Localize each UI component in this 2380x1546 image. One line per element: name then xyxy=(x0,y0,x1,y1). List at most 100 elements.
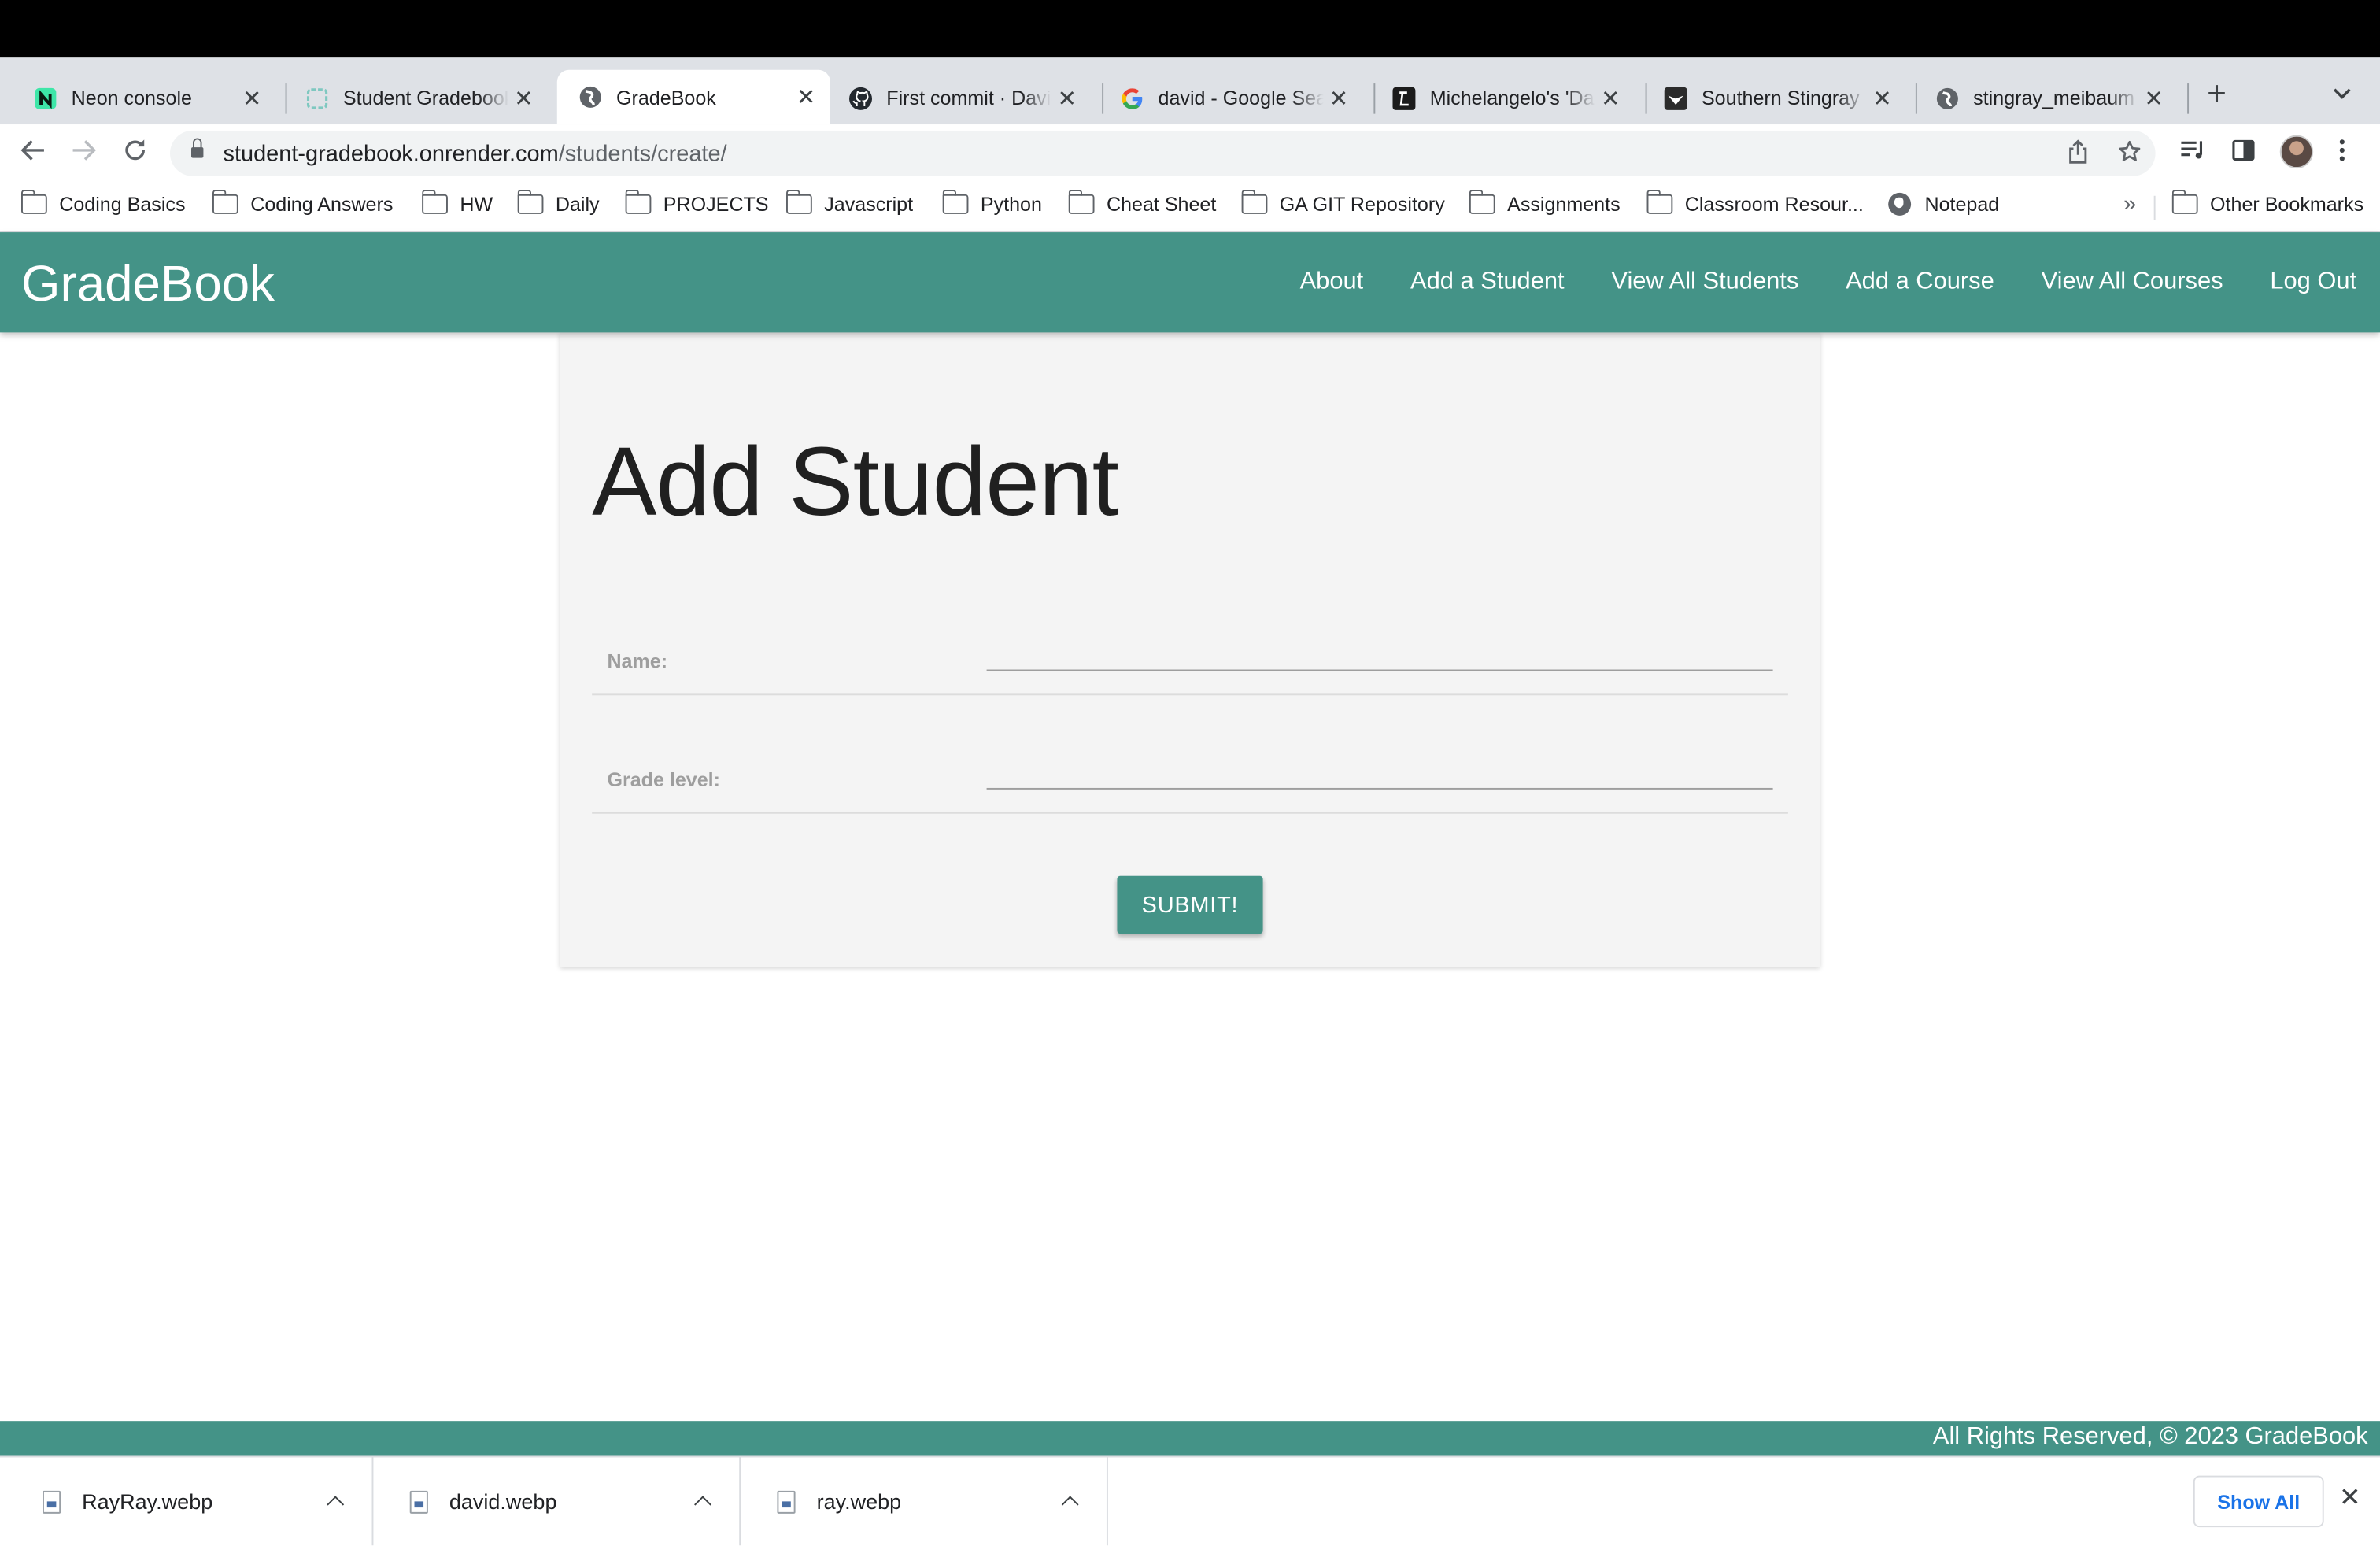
page-footer: All Rights Reserved, © 2023 GradeBook xyxy=(0,1421,2380,1456)
nav-view-all-courses[interactable]: View All Courses xyxy=(2018,232,2247,332)
download-item[interactable]: ray.webp xyxy=(741,1457,1108,1546)
bookmark-other-bookmarks[interactable]: Other Bookmarks xyxy=(2171,190,2364,216)
bookmark-classroom-resources[interactable]: Classroom Resour... xyxy=(1646,190,1864,216)
tab-neon-console[interactable]: Neon console ✕ xyxy=(12,72,276,125)
neon-icon xyxy=(33,86,57,110)
file-icon xyxy=(409,1489,428,1513)
tab-stingray-meibaum[interactable]: stingray_meibaum ✕ xyxy=(1914,72,2179,125)
tab-southern-stingray[interactable]: Southern Stingray ✕ xyxy=(1643,72,1907,125)
browser-toolbar: student-gradebook.onrender.com/students/… xyxy=(0,124,2380,183)
bookmark-projects[interactable]: PROJECTS xyxy=(624,190,769,216)
bookmark-label: Other Bookmarks xyxy=(2210,192,2364,216)
nav-add-student[interactable]: Add a Student xyxy=(1387,232,1587,332)
forward-arrow-icon[interactable] xyxy=(70,137,98,170)
bookmark-label: Daily xyxy=(555,192,600,216)
media-controls-icon[interactable] xyxy=(2179,139,2207,169)
menu-bar xyxy=(0,0,2380,58)
folder-icon xyxy=(1240,190,1268,214)
bookmark-label: GA GIT Repository xyxy=(1279,192,1445,216)
nav-about[interactable]: About xyxy=(1277,232,1387,332)
brand-logo[interactable]: GradeBook xyxy=(21,253,275,314)
share-icon[interactable] xyxy=(2068,139,2089,170)
copyright-text: All Rights Reserved, © 2023 GradeBook xyxy=(1932,1424,2368,1450)
bookmark-coding-basics[interactable]: Coding Basics xyxy=(20,190,186,216)
show-all-downloads-button[interactable]: Show All xyxy=(2193,1475,2324,1528)
tab-first-commit[interactable]: First commit · David ✕ xyxy=(827,72,1092,125)
lock-icon[interactable] xyxy=(191,138,204,159)
bookmark-daily[interactable]: Daily xyxy=(516,190,600,216)
close-icon[interactable]: ✕ xyxy=(237,84,268,112)
nav-view-all-students[interactable]: View All Students xyxy=(1588,232,1823,332)
grade-level-row: Grade level: xyxy=(592,695,1788,814)
download-item[interactable]: david.webp xyxy=(373,1457,741,1546)
tab-student-gradebook[interactable]: Student Gradebook ✕ xyxy=(284,72,549,125)
nav-links: About Add a Student View All Students Ad… xyxy=(1277,232,2380,332)
close-icon[interactable]: ✕ xyxy=(1052,84,1083,112)
download-filename: ray.webp xyxy=(816,1489,902,1514)
side-panel-icon[interactable] xyxy=(2231,139,2256,169)
tab-search-chevron-icon[interactable] xyxy=(2333,80,2351,105)
file-icon xyxy=(42,1489,61,1513)
tab-title: Southern Stingray xyxy=(1701,86,1860,109)
url-text[interactable]: student-gradebook.onrender.com/students/… xyxy=(224,141,727,167)
tab-title: david - Google Search xyxy=(1158,86,1324,109)
close-icon[interactable]: ✕ xyxy=(1867,84,1898,112)
close-icon[interactable]: ✕ xyxy=(1595,84,1626,112)
bookmark-assignments[interactable]: Assignments xyxy=(1469,190,1621,216)
chevron-up-icon[interactable] xyxy=(693,1492,711,1511)
submit-button[interactable]: SUBMIT! xyxy=(1117,875,1263,934)
close-icon[interactable]: ✕ xyxy=(2339,1483,2360,1514)
folder-icon xyxy=(1646,190,1673,214)
nav-log-out[interactable]: Log Out xyxy=(2246,232,2380,332)
tab-gradebook[interactable]: GradeBook ✕ xyxy=(556,69,830,125)
globe-icon xyxy=(578,85,603,109)
close-icon[interactable]: ✕ xyxy=(791,83,822,111)
globe-icon xyxy=(1935,86,1960,110)
tab-google-search[interactable]: david - Google Search ✕ xyxy=(1099,72,1363,125)
chevron-up-icon[interactable] xyxy=(1061,1492,1079,1511)
close-icon[interactable]: ✕ xyxy=(2138,84,2169,112)
folder-icon xyxy=(516,190,544,214)
profile-avatar[interactable] xyxy=(2279,135,2314,169)
globe-icon xyxy=(1888,192,1912,216)
grade-level-input[interactable] xyxy=(986,749,1773,790)
reload-icon[interactable] xyxy=(121,137,149,170)
bookmarks-divider xyxy=(2153,195,2156,220)
name-input[interactable] xyxy=(986,631,1773,671)
name-row: Name: xyxy=(592,577,1788,696)
kebab-menu-icon[interactable] xyxy=(2338,139,2347,169)
download-item[interactable]: RayRay.webp xyxy=(6,1457,374,1546)
file-icon xyxy=(777,1489,796,1513)
bookmark-label: Assignments xyxy=(1507,192,1621,216)
bookmark-ga-git-repository[interactable]: GA GIT Repository xyxy=(1240,190,1445,216)
folder-icon xyxy=(1469,190,1495,214)
bookmark-cheat-sheet[interactable]: Cheat Sheet xyxy=(1067,190,1216,216)
stingray-site-icon xyxy=(1664,86,1688,110)
bookmark-coding-answers[interactable]: Coding Answers xyxy=(212,190,394,216)
bookmark-notepad[interactable]: Notepad xyxy=(1888,192,1999,216)
bookmark-hw[interactable]: HW xyxy=(421,190,493,216)
back-arrow-icon[interactable] xyxy=(20,137,47,170)
new-tab-button[interactable]: + xyxy=(2207,76,2227,110)
app-navbar: GradeBook About Add a Student View All S… xyxy=(0,232,2380,333)
chevron-up-icon[interactable] xyxy=(327,1492,345,1511)
page-title: Add Student xyxy=(592,426,1119,536)
bookmark-javascript[interactable]: Javascript xyxy=(785,190,914,216)
nav-add-course[interactable]: Add a Course xyxy=(1822,232,2017,332)
bookmark-star-icon[interactable] xyxy=(2117,139,2142,170)
web-page: GradeBook About Add a Student View All S… xyxy=(0,232,2380,1456)
download-filename: RayRay.webp xyxy=(82,1489,213,1514)
url-path: /students/create/ xyxy=(558,141,727,168)
tab-title: GradeBook xyxy=(616,85,716,109)
bookmark-python[interactable]: Python xyxy=(941,190,1042,216)
close-icon[interactable]: ✕ xyxy=(1324,84,1354,112)
tab-michelangelo[interactable]: Michelangelo's 'David' ✕ xyxy=(1371,72,1635,125)
close-icon[interactable]: ✕ xyxy=(508,84,539,112)
folder-icon xyxy=(2171,190,2198,214)
address-bar[interactable]: student-gradebook.onrender.com/students/… xyxy=(170,130,2156,176)
bookmark-label: Javascript xyxy=(824,192,914,216)
folder-icon xyxy=(421,190,448,214)
folder-icon xyxy=(212,190,238,214)
bookmarks-overflow-button[interactable]: » xyxy=(2123,191,2136,217)
bookmark-label: Coding Answers xyxy=(250,192,394,216)
